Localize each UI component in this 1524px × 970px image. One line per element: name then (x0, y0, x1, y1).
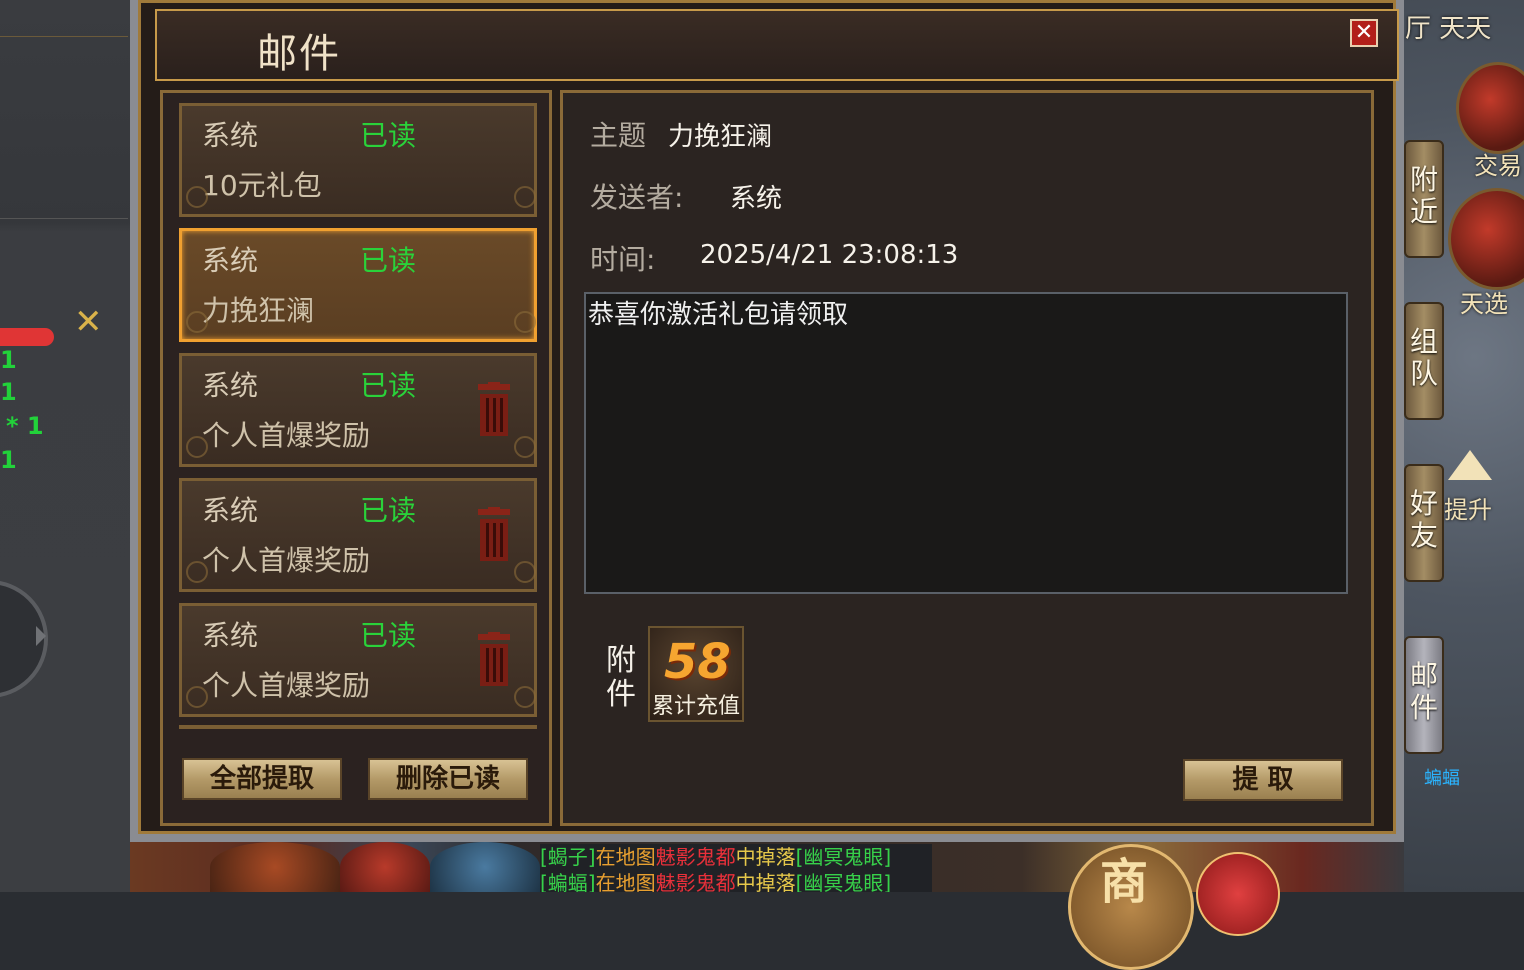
map-name: 魅影鬼都 (655, 845, 736, 869)
mail-item[interactable]: 系统 已读 个人首爆奖励 (179, 603, 537, 717)
message-body: 恭喜你激活礼包请领取 (584, 292, 1348, 594)
mail-sender: 系统 (202, 494, 259, 527)
corner-ornament (186, 436, 208, 458)
item-name: [幽冥鬼眼] (795, 845, 892, 869)
attachment-number: 58 (664, 634, 731, 690)
skill-slot[interactable] (430, 842, 540, 892)
mail-item[interactable]: 系统 已读 10元礼包 (179, 103, 537, 217)
stat-value: 1 (0, 378, 17, 406)
close-icon[interactable]: ✕ (74, 302, 103, 342)
item-name: [幽冥鬼眼] (795, 871, 892, 892)
skill-slot[interactable] (340, 842, 430, 892)
tab-team[interactable]: 组队 (1404, 302, 1444, 420)
mail-status: 已读 (360, 369, 417, 402)
drop-log-line: [蝙蝠]在地图魅影鬼都中掉落[幽冥鬼眼] (540, 870, 932, 892)
mail-list-panel: 系统 已读 10元礼包 系统 已读 力挽狂澜 系统 已读 个人首爆奖励 系统 已… (160, 90, 552, 826)
stat-value: 1 (0, 346, 17, 374)
dialog-title: 邮件 (257, 31, 341, 77)
monster-name: [蝎子] (540, 845, 596, 869)
trash-icon[interactable] (476, 632, 512, 688)
log-text: 中掉落 (735, 845, 796, 869)
upgrade-label: 提升 (1444, 496, 1492, 524)
mail-sender: 系统 (202, 369, 259, 402)
tab-friends[interactable]: 好友 (1404, 464, 1444, 582)
claim-all-button[interactable]: 全部提取 (182, 758, 342, 800)
shop-label: 商 (1100, 854, 1149, 910)
corner-ornament (514, 561, 536, 583)
log-text: 在地图 (595, 871, 656, 892)
log-text: 中掉落 (735, 871, 796, 892)
drop-log-line: [蝎子]在地图魅影鬼都中掉落[幽冥鬼眼] (540, 844, 932, 870)
mail-subject: 个人首爆奖励 (202, 419, 371, 452)
left-hud (0, 0, 130, 892)
corner-ornament (186, 561, 208, 583)
attachment-item[interactable]: 58 累计充值 (648, 626, 744, 722)
mail-sender: 系统 (202, 244, 259, 277)
mail-item[interactable]: 系统 已读 力挽狂澜 (179, 228, 537, 342)
mail-status: 已读 (360, 244, 417, 277)
mail-status: 已读 (360, 619, 417, 652)
attachment-caption: 累计充值 (651, 694, 740, 719)
trash-icon[interactable] (476, 507, 512, 563)
time-value: 2025/4/21 23:08:13 (700, 240, 959, 270)
mail-subject: 个人首爆奖励 (202, 669, 371, 702)
bat-label: 蝙蝠 (1424, 768, 1460, 789)
corner-ornament (514, 311, 536, 333)
drop-log: [蝎子]在地图魅影鬼都中掉落[幽冥鬼眼] [蝙蝠]在地图魅影鬼都中掉落[幽冥鬼眼… (540, 844, 932, 892)
message-text: 恭喜你激活礼包请领取 (588, 300, 849, 330)
stat-value: * 1 (6, 412, 44, 440)
log-text: 在地图 (595, 845, 656, 869)
corner-ornament (186, 186, 208, 208)
tab-mail[interactable]: 邮件 (1404, 636, 1444, 754)
mail-item[interactable]: 系统 已读 个人首爆奖励 (179, 353, 537, 467)
map-name: 魅影鬼都 (655, 871, 736, 892)
activity-icon[interactable] (1196, 852, 1280, 936)
trade-label: 交易 (1474, 152, 1522, 180)
mail-sender: 系统 (202, 619, 259, 652)
trash-icon[interactable] (476, 382, 512, 438)
corner-ornament (514, 186, 536, 208)
pick-label: 天选 (1460, 290, 1508, 318)
delete-read-button[interactable]: 删除已读 (368, 758, 528, 800)
corner-ornament (514, 436, 536, 458)
subject-value: 力挽狂澜 (668, 122, 773, 152)
hp-bar (0, 328, 54, 346)
tab-nearby[interactable]: 附近 (1404, 140, 1444, 258)
mail-subject: 个人首爆奖励 (202, 544, 371, 577)
mail-item[interactable]: 系统 已读 个人首爆奖励 (179, 478, 537, 592)
divider (0, 36, 128, 37)
upgrade-arrow-icon[interactable] (1448, 450, 1492, 480)
map-title: 厅 天天 (1405, 14, 1492, 44)
attachment-label: 附件 (606, 643, 636, 712)
mail-status: 已读 (360, 119, 417, 152)
claim-button[interactable]: 提 取 (1183, 759, 1343, 801)
time-label: 时间: (590, 243, 656, 276)
corner-ornament (186, 686, 208, 708)
sender-value: 系统 (730, 184, 783, 214)
corner-ornament (514, 686, 536, 708)
mail-status: 已读 (360, 494, 417, 527)
skill-slot[interactable] (210, 842, 340, 892)
divider (0, 218, 128, 219)
subject-label: 主题 (590, 119, 647, 152)
mail-subject: 力挽狂澜 (202, 294, 315, 327)
monster-name: [蝙蝠] (540, 871, 596, 892)
mail-subject: 10元礼包 (202, 169, 322, 202)
arrow-right-icon (36, 626, 46, 646)
title-bar: 邮件 (155, 9, 1399, 81)
list-scroll-edge (179, 725, 537, 729)
mail-sender: 系统 (202, 119, 259, 152)
sender-label: 发送者: (590, 181, 684, 214)
close-button[interactable]: ✕ (1350, 19, 1378, 47)
stat-value: 1 (0, 446, 17, 474)
corner-ornament (186, 311, 208, 333)
